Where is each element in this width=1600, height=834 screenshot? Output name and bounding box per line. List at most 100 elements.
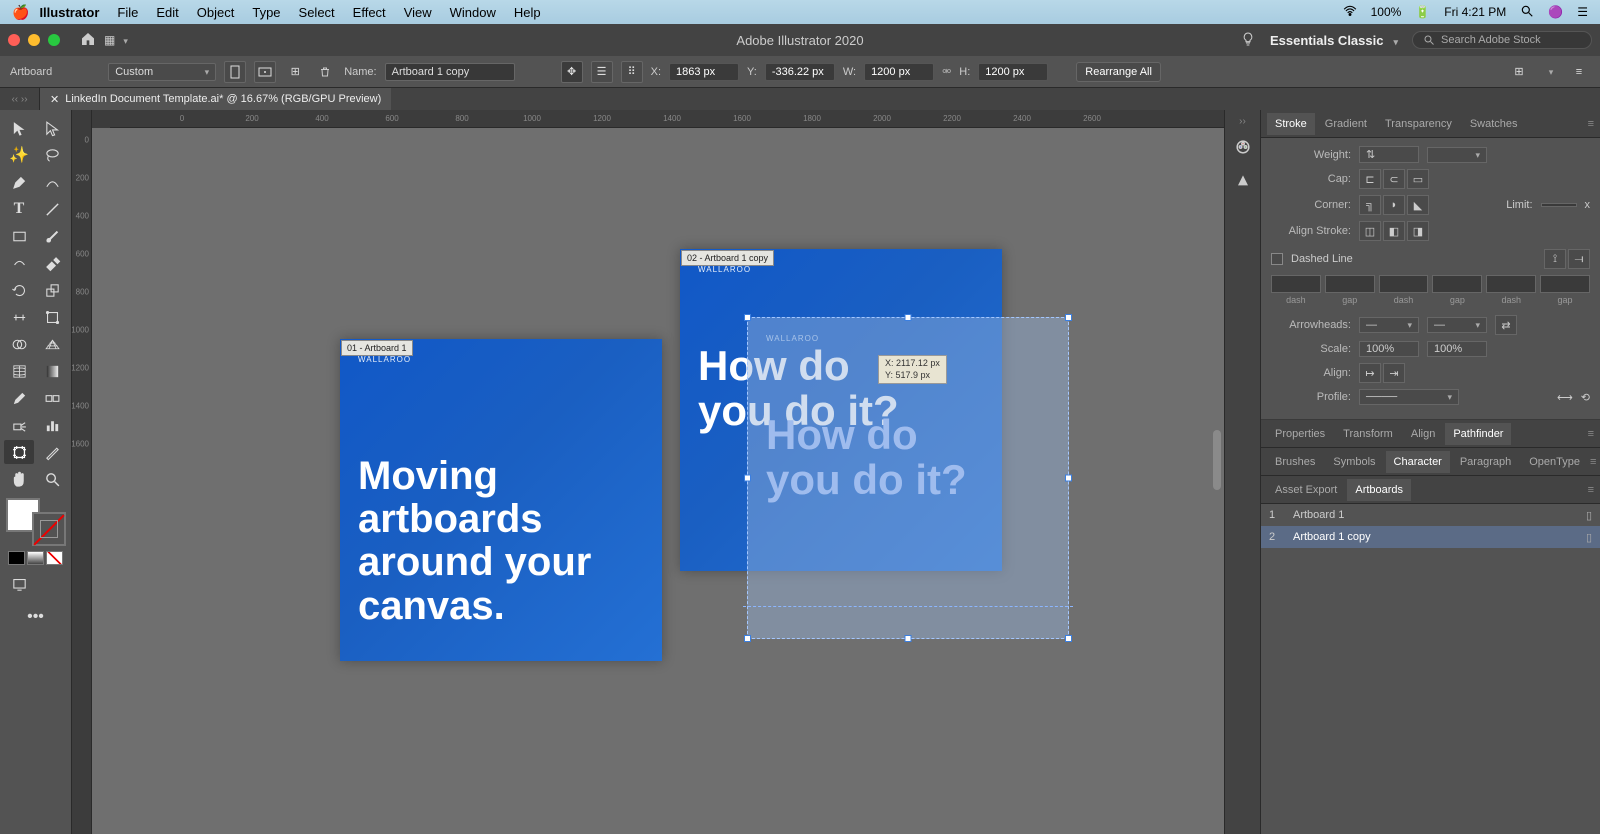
dock-collapse-icon[interactable]: ››	[1239, 116, 1246, 127]
resize-handle-s[interactable]	[905, 635, 912, 642]
pathfinder-tab[interactable]: Pathfinder	[1445, 423, 1511, 445]
arrow-align-path[interactable]: ⇥	[1383, 363, 1405, 383]
artboard-preset-dropdown[interactable]: Custom	[108, 63, 216, 81]
menu-select[interactable]: Select	[299, 5, 335, 20]
perspective-grid-tool[interactable]	[37, 332, 67, 356]
control-center-icon[interactable]: ☰	[1577, 5, 1588, 19]
menu-help[interactable]: Help	[514, 5, 541, 20]
hand-tool[interactable]	[4, 467, 34, 491]
paragraph-tab[interactable]: Paragraph	[1452, 451, 1519, 473]
miter-limit-field[interactable]	[1541, 203, 1577, 207]
resize-handle-e[interactable]	[1065, 475, 1072, 482]
artboard-list-row-1[interactable]: 1 Artboard 1 ▯	[1261, 504, 1600, 526]
width-tool[interactable]	[4, 305, 34, 329]
slice-tool[interactable]	[37, 440, 67, 464]
stroke-weight-dropdown[interactable]	[1427, 147, 1487, 163]
stroke-profile-dropdown[interactable]: ────	[1359, 389, 1459, 405]
new-artboard-button[interactable]: ⊞	[284, 61, 306, 83]
arrowhead-start-dropdown[interactable]: —	[1359, 317, 1419, 333]
artboard-options-button[interactable]: ☰	[591, 61, 613, 83]
brushes-tab[interactable]: Brushes	[1267, 451, 1323, 473]
align-to-button[interactable]: ⊞	[1508, 61, 1530, 83]
artboard-name-field[interactable]: Artboard 1 copy	[385, 63, 515, 81]
arrow-scale-start[interactable]: 100%	[1359, 341, 1419, 357]
move-with-artboard-toggle[interactable]: ✥	[561, 61, 583, 83]
selection-tool[interactable]	[4, 116, 34, 140]
swap-arrowheads-button[interactable]: ⇄	[1495, 315, 1517, 335]
blend-tool[interactable]	[37, 386, 67, 410]
vertical-scrollbar-thumb[interactable]	[1213, 430, 1221, 490]
corner-round-button[interactable]: ◗	[1383, 195, 1405, 215]
color-panel-icon[interactable]	[1233, 137, 1253, 162]
artboard-tool[interactable]	[4, 440, 34, 464]
constrain-proportions-icon[interactable]: ⚮	[942, 65, 951, 78]
app-menu[interactable]: Illustrator	[39, 5, 99, 20]
orientation-portrait-button[interactable]	[224, 61, 246, 83]
artboard-1[interactable]: 01 - Artboard 1 WALLAROO Moving artboard…	[340, 339, 662, 661]
dash-field-1[interactable]	[1271, 275, 1321, 293]
control-panel-menu[interactable]: ≡	[1568, 61, 1590, 83]
dash-field-2[interactable]	[1379, 275, 1429, 293]
artboards-panel-tab[interactable]: Artboards	[1347, 479, 1411, 501]
clock[interactable]: Fri 4:21 PM	[1444, 5, 1506, 19]
panel-group-2-menu-icon[interactable]: ≡	[1588, 428, 1594, 440]
dash-field-3[interactable]	[1486, 275, 1536, 293]
artboard-list-row-2[interactable]: 2 Artboard 1 copy ▯	[1261, 526, 1600, 548]
arrowhead-end-dropdown[interactable]: —	[1427, 317, 1487, 333]
none-mode-button[interactable]	[46, 551, 63, 565]
fill-stroke-swatches[interactable]	[6, 498, 66, 546]
free-transform-tool[interactable]	[37, 305, 67, 329]
help-lightbulb-icon[interactable]	[1240, 31, 1256, 50]
menu-object[interactable]: Object	[197, 5, 235, 20]
scale-tool[interactable]	[37, 278, 67, 302]
stroke-swatch[interactable]	[32, 512, 66, 546]
width-field[interactable]: 1200 px	[864, 63, 934, 81]
line-segment-tool[interactable]	[37, 197, 67, 221]
zoom-tool[interactable]	[37, 467, 67, 491]
character-tab[interactable]: Character	[1386, 451, 1450, 473]
dash-align-corners[interactable]: ⟞	[1568, 249, 1590, 269]
rectangle-tool[interactable]	[4, 224, 34, 248]
battery-icon[interactable]: 🔋	[1415, 5, 1430, 19]
edit-toolbar-button[interactable]	[37, 572, 67, 596]
panel-group-4-menu-icon[interactable]: ≡	[1588, 484, 1594, 496]
symbols-tab[interactable]: Symbols	[1325, 451, 1383, 473]
screen-mode-button[interactable]	[4, 572, 34, 596]
spotlight-icon[interactable]	[1520, 4, 1534, 21]
pen-tool[interactable]	[4, 170, 34, 194]
menu-window[interactable]: Window	[450, 5, 496, 20]
magic-wand-tool[interactable]: ✨	[4, 143, 34, 167]
opentype-tab[interactable]: OpenType	[1521, 451, 1588, 473]
panel-options-button[interactable]	[1538, 61, 1560, 83]
swatches-tab[interactable]: Swatches	[1462, 113, 1526, 135]
artboard-orientation-icon[interactable]: ▯	[1586, 531, 1592, 544]
home-icon[interactable]	[80, 31, 96, 50]
color-mode-button[interactable]	[8, 551, 25, 565]
type-tool[interactable]: T	[4, 197, 34, 221]
arrange-documents-dropdown[interactable]: ▦	[104, 33, 128, 47]
lasso-tool[interactable]	[37, 143, 67, 167]
rotate-tool[interactable]	[4, 278, 34, 302]
mesh-tool[interactable]	[4, 359, 34, 383]
panel-group-3-menu-icon[interactable]: ≡	[1590, 456, 1596, 468]
direct-selection-tool[interactable]	[37, 116, 67, 140]
symbol-sprayer-tool[interactable]	[4, 413, 34, 437]
canvas[interactable]: 0 200 400 600 800 1000 1200 1400 1600 18…	[92, 110, 1224, 834]
rearrange-all-button[interactable]: Rearrange All	[1076, 62, 1161, 82]
gap-field-2[interactable]	[1432, 275, 1482, 293]
color-guide-panel-icon[interactable]	[1233, 172, 1253, 197]
reference-point-selector[interactable]: ⠿	[621, 61, 643, 83]
gap-field-3[interactable]	[1540, 275, 1590, 293]
paintbrush-tool[interactable]	[37, 224, 67, 248]
profile-flip-horizontal-icon[interactable]: ⟷	[1557, 391, 1573, 404]
corner-miter-button[interactable]: ╗	[1359, 195, 1381, 215]
corner-bevel-button[interactable]: ◣	[1407, 195, 1429, 215]
align-stroke-outside[interactable]: ◨	[1407, 221, 1429, 241]
profile-flip-vertical-icon[interactable]: ⟲	[1581, 391, 1590, 404]
cap-butt-button[interactable]: ⊏	[1359, 169, 1381, 189]
search-adobe-stock[interactable]: Search Adobe Stock	[1412, 31, 1592, 49]
cap-projecting-button[interactable]: ▭	[1407, 169, 1429, 189]
menu-file[interactable]: File	[117, 5, 138, 20]
curvature-tool[interactable]	[37, 170, 67, 194]
eyedropper-tool[interactable]	[4, 386, 34, 410]
